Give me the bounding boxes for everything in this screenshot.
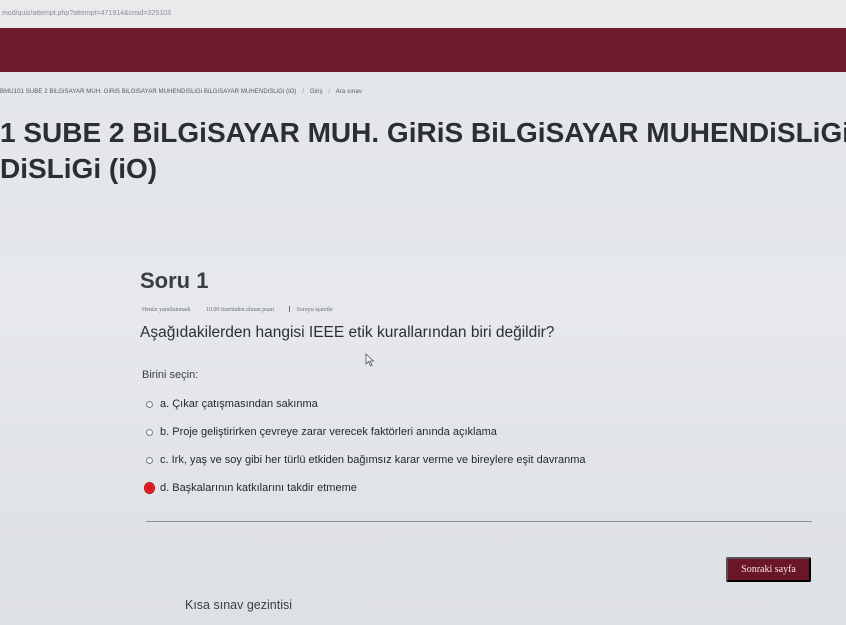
answer-option-label: d. Başkalarının katkılarını takdir etmem… (160, 482, 357, 494)
quiz-page: mod/quiz/attempt.php?attempt=471914&cmid… (0, 0, 846, 625)
flag-question-label: Soruyu işaretle (296, 307, 333, 313)
answer-option-label: b. Proje geliştirirken çevreye zarar ver… (160, 426, 497, 438)
breadcrumb-item-course[interactable]: BMU101 SUBE 2 BiLGiSAYAR MUH. GiRiS BiLG… (0, 89, 297, 95)
radio-button-selected[interactable] (144, 482, 155, 494)
question-title: Soru 1 (140, 268, 209, 293)
question-text: Aşağıdakilerden hangisi IEEE etik kurall… (140, 324, 555, 341)
page-title-line-2: DiSLiGi (iO) (0, 153, 158, 184)
site-header-bar (0, 28, 846, 72)
answer-option-b[interactable]: b. Proje geliştirirken çevreye zarar ver… (146, 418, 586, 446)
answer-prompt: Birini seçin: (142, 369, 199, 381)
answer-options: a. Çıkar çatışmasından sakınma b. Proje … (144, 390, 586, 502)
breadcrumb-separator: / (328, 89, 331, 95)
flag-question-link[interactable]: Soruyu işaretle (289, 306, 346, 313)
url-text[interactable]: mod/quiz/attempt.php?attempt=471914&cmid… (2, 10, 171, 17)
breadcrumb-item-section[interactable]: Giriş (310, 89, 323, 95)
answer-option-d[interactable]: d. Başkalarının katkılarını takdir etmem… (144, 474, 586, 502)
next-page-button[interactable]: Sonraki sayfa (726, 557, 811, 582)
question-status: Henüz yanıtlanmadı (142, 307, 191, 313)
breadcrumb-separator: / (302, 89, 305, 95)
radio-button[interactable] (146, 456, 153, 464)
radio-button[interactable] (146, 428, 153, 436)
radio-button[interactable] (146, 400, 153, 408)
question-info: Henüz yanıtlanmadı 10.00 üzerinden alına… (142, 306, 361, 313)
mouse-cursor-icon (365, 353, 375, 367)
question-points: 10.00 üzerinden alınan puan (205, 307, 274, 313)
breadcrumb: BMU101 SUBE 2 BiLGiSAYAR MUH. GiRiS BiLG… (0, 89, 366, 95)
flag-icon (289, 306, 294, 312)
page-title: 1 SUBE 2 BiLGiSAYAR MUH. GiRiS BiLGiSAYA… (0, 115, 846, 187)
page-title-line-1: 1 SUBE 2 BiLGiSAYAR MUH. GiRiS BiLGiSAYA… (0, 117, 846, 148)
answer-option-c[interactable]: c. Irk, yaş ve soy gibi her türlü etkide… (146, 446, 586, 474)
browser-address-bar[interactable]: mod/quiz/attempt.php?attempt=471914&cmid… (0, 0, 846, 28)
question-card: Soru 1 Henüz yanıtlanmadı 10.00 üzerinde… (140, 268, 820, 538)
answer-option-label: a. Çıkar çatışmasından sakınma (160, 398, 318, 410)
breadcrumb-item-quiz[interactable]: Ara sınav (336, 89, 362, 95)
section-divider (146, 521, 812, 522)
answer-option-label: c. Irk, yaş ve soy gibi her türlü etkide… (160, 454, 586, 466)
quiz-navigation-title: Kısa sınav gezintisi (185, 598, 292, 612)
answer-option-a[interactable]: a. Çıkar çatışmasından sakınma (146, 390, 586, 418)
